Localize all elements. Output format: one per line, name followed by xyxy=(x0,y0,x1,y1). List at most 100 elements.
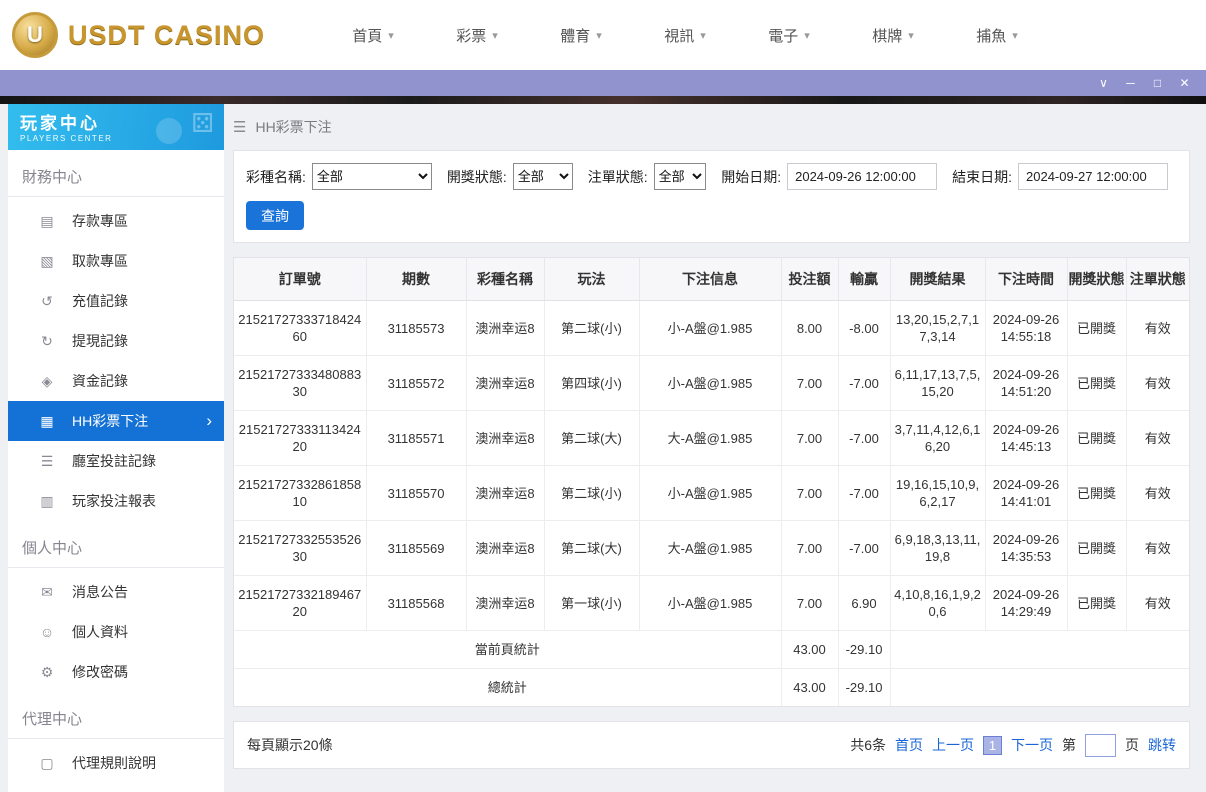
cell-bet-info: 小-A盤@1.985 xyxy=(639,355,782,411)
cell-amount: 7.00 xyxy=(781,575,839,631)
cell-period: 31185572 xyxy=(366,355,467,411)
nav-item-1[interactable]: 首頁 ▾ xyxy=(321,25,425,46)
menu-toggle-icon[interactable]: ☰ xyxy=(233,118,246,136)
cell-play: 第四球(小) xyxy=(544,355,640,411)
sidebar-item-announcements[interactable]: ✉ 消息公告 xyxy=(8,572,224,612)
withdrawal-record-icon: ↻ xyxy=(41,332,53,349)
sidebar-item-label: 玩家投注報表 xyxy=(72,493,156,509)
nav-item-3[interactable]: 體育 ▾ xyxy=(529,25,633,46)
sidebar-item-deposit[interactable]: ▤ 存款專區 xyxy=(8,201,224,241)
cell-lottery: 澳洲幸运8 xyxy=(466,300,545,356)
cell-period: 31185571 xyxy=(366,410,467,466)
maximize-button[interactable]: □ xyxy=(1144,70,1171,96)
cell-lottery: 澳洲幸运8 xyxy=(466,520,545,576)
user-icon: ☺ xyxy=(39,624,55,640)
nav-item-6[interactable]: 棋牌 ▾ xyxy=(841,25,945,46)
nav-item-label: 體育 xyxy=(560,27,591,45)
table-row: 2152172733255352630 31185569 澳洲幸运8 第二球(大) 大-… xyxy=(234,520,1189,576)
cell-draw-status: 已開獎 xyxy=(1067,355,1127,411)
lottery-ticket-icon: ▦ xyxy=(40,412,54,429)
sidebar-item-funds-record[interactable]: ◈ 資金記錄 xyxy=(8,361,224,401)
dropdown-button[interactable]: ∨ xyxy=(1090,70,1117,96)
current-page[interactable]: 1 xyxy=(983,735,1002,755)
sidebar: 玩家中心 PLAYERS CENTER ⚄ 財務中心 ▤ 存款專區 ▧ 取款專區 ↺ 充值記… xyxy=(8,104,224,792)
jump-prefix: 第 xyxy=(1062,737,1076,753)
col-header-8: 開獎結果 xyxy=(890,258,986,301)
chevron-down-icon: ▾ xyxy=(492,29,498,42)
room-bet-record-icon: ☰ xyxy=(40,452,54,469)
page-size-text: 每頁顯示20條 xyxy=(247,737,333,753)
nav-item-label: 捕魚 xyxy=(976,27,1007,45)
cell-bet-info: 小-A盤@1.985 xyxy=(639,300,782,356)
search-button[interactable]: 查詢 xyxy=(246,201,304,230)
sidebar-item-withdrawal-record[interactable]: ↻ 提現記錄 xyxy=(8,321,224,361)
jump-link[interactable]: 跳转 xyxy=(1148,735,1176,755)
close-button[interactable]: ✕ xyxy=(1171,70,1198,96)
minimize-button[interactable]: ─ xyxy=(1117,70,1144,96)
cell-order-no: 2152172733286185810 xyxy=(234,465,367,521)
cell-bet-info: 大-A盤@1.985 xyxy=(639,520,782,576)
table-footer: 每頁顯示20條 共6条 首页 上一页 1 下一页 第 页 跳转 xyxy=(233,721,1190,769)
sidebar-item-label: 存款專區 xyxy=(72,213,128,229)
deposit-card-icon: ▤ xyxy=(40,212,54,229)
draw-status-select[interactable]: 全部 xyxy=(512,163,573,190)
sidebar-item-recharge-record[interactable]: ↺ 充值記錄 xyxy=(8,281,224,321)
nav-item-5[interactable]: 電子 ▾ xyxy=(737,25,841,46)
cell-play: 第二球(小) xyxy=(544,465,640,521)
col-header-7: 輸贏 xyxy=(838,258,891,301)
cell-bet-status: 有效 xyxy=(1126,300,1189,356)
table-row: 2152172733311342420 31185571 澳洲幸运8 第二球(大) 大-… xyxy=(234,410,1189,466)
pagination: 共6条 首页 上一页 1 下一页 第 页 跳转 xyxy=(850,733,1176,757)
cell-result: 13,20,15,2,7,17,3,14 xyxy=(890,300,986,356)
bets-table: 訂單號 期數 彩種名稱 玩法 下注信息 投注額 輸贏 開獎結果 下注時間 開獎狀態 注單狀態 215… xyxy=(234,258,1189,706)
nav-item-2[interactable]: 彩票 ▾ xyxy=(425,25,529,46)
end-date-input[interactable] xyxy=(1018,163,1168,190)
total-summary-row: 總統計 43.00 -29.10 xyxy=(234,668,1189,706)
sidebar-item-label: 廳室投註記錄 xyxy=(72,453,156,469)
cell-time: 2024-09-26 14:29:49 xyxy=(985,575,1068,631)
total-count: 共6条 xyxy=(850,737,886,753)
sidebar-item-label: 充值記錄 xyxy=(72,293,128,309)
recharge-record-icon: ↺ xyxy=(41,292,53,309)
cell-result: 3,7,11,4,12,6,16,20 xyxy=(890,410,986,466)
sidebar-item-agent-rules[interactable]: ▢ 代理規則說明 xyxy=(8,743,224,783)
nav-item-label: 電子 xyxy=(768,27,799,45)
cell-lottery: 澳洲幸运8 xyxy=(466,410,545,466)
summary-winloss: -29.10 xyxy=(838,630,891,669)
sidebar-item-profile[interactable]: ☺ 個人資料 xyxy=(8,612,224,652)
logo[interactable]: U USDT CASINO xyxy=(12,12,265,58)
prev-page-link[interactable]: 上一页 xyxy=(932,735,974,755)
bet-status-label: 注單狀態: xyxy=(587,168,648,185)
cell-time: 2024-09-26 14:41:01 xyxy=(985,465,1068,521)
nav-item-7[interactable]: 捕魚 ▾ xyxy=(945,25,1049,46)
sidebar-item-player-bet-report[interactable]: ▥ 玩家投注報表 xyxy=(8,481,224,521)
bet-status-select[interactable]: 全部 xyxy=(653,163,707,190)
nav-item-label: 彩票 xyxy=(456,27,487,45)
document-icon: ▢ xyxy=(40,754,54,771)
cell-amount: 7.00 xyxy=(781,410,839,466)
table-row: 2152172733371842460 31185573 澳洲幸运8 第二球(小) 小-… xyxy=(234,300,1189,356)
cell-lottery: 澳洲幸运8 xyxy=(466,465,545,521)
filter-row: 彩種名稱: 全部 開獎狀態: 全部 注單狀態: 全部 開始日期: 結束日期: xyxy=(246,163,1177,190)
first-page-link[interactable]: 首页 xyxy=(895,735,923,755)
start-date-label: 開始日期: xyxy=(721,168,782,185)
col-header-11: 注單狀態 xyxy=(1126,258,1189,301)
sidebar-section-label: 代理中心 xyxy=(8,692,224,739)
cell-period: 31185570 xyxy=(366,465,467,521)
nav-item-4[interactable]: 視訊 ▾ xyxy=(633,25,737,46)
filter-panel: 彩種名稱: 全部 開獎狀態: 全部 注單狀態: 全部 開始日期: 結束日期: 查… xyxy=(233,150,1190,243)
sidebar-item-room-bet-record[interactable]: ☰ 廳室投註記錄 xyxy=(8,441,224,481)
nav-item-label: 視訊 xyxy=(664,27,695,45)
cell-play: 第二球(小) xyxy=(544,300,640,356)
col-header-2: 期數 xyxy=(366,258,467,301)
sidebar-header: 玩家中心 PLAYERS CENTER ⚄ xyxy=(8,104,224,150)
sidebar-item-withdraw[interactable]: ▧ 取款專區 xyxy=(8,241,224,281)
jump-page-input[interactable] xyxy=(1085,733,1116,757)
sidebar-item-hh-lottery-bets[interactable]: ▦ HH彩票下注 › xyxy=(8,401,224,441)
sidebar-item-change-password[interactable]: ⚙ 修改密碼 xyxy=(8,652,224,692)
start-date-input[interactable] xyxy=(787,163,938,190)
lottery-name-select[interactable]: 全部 xyxy=(311,163,432,190)
window-controls: ∨ ─ □ ✕ xyxy=(1090,70,1198,96)
cell-play: 第二球(大) xyxy=(544,520,640,576)
next-page-link[interactable]: 下一页 xyxy=(1011,735,1053,755)
